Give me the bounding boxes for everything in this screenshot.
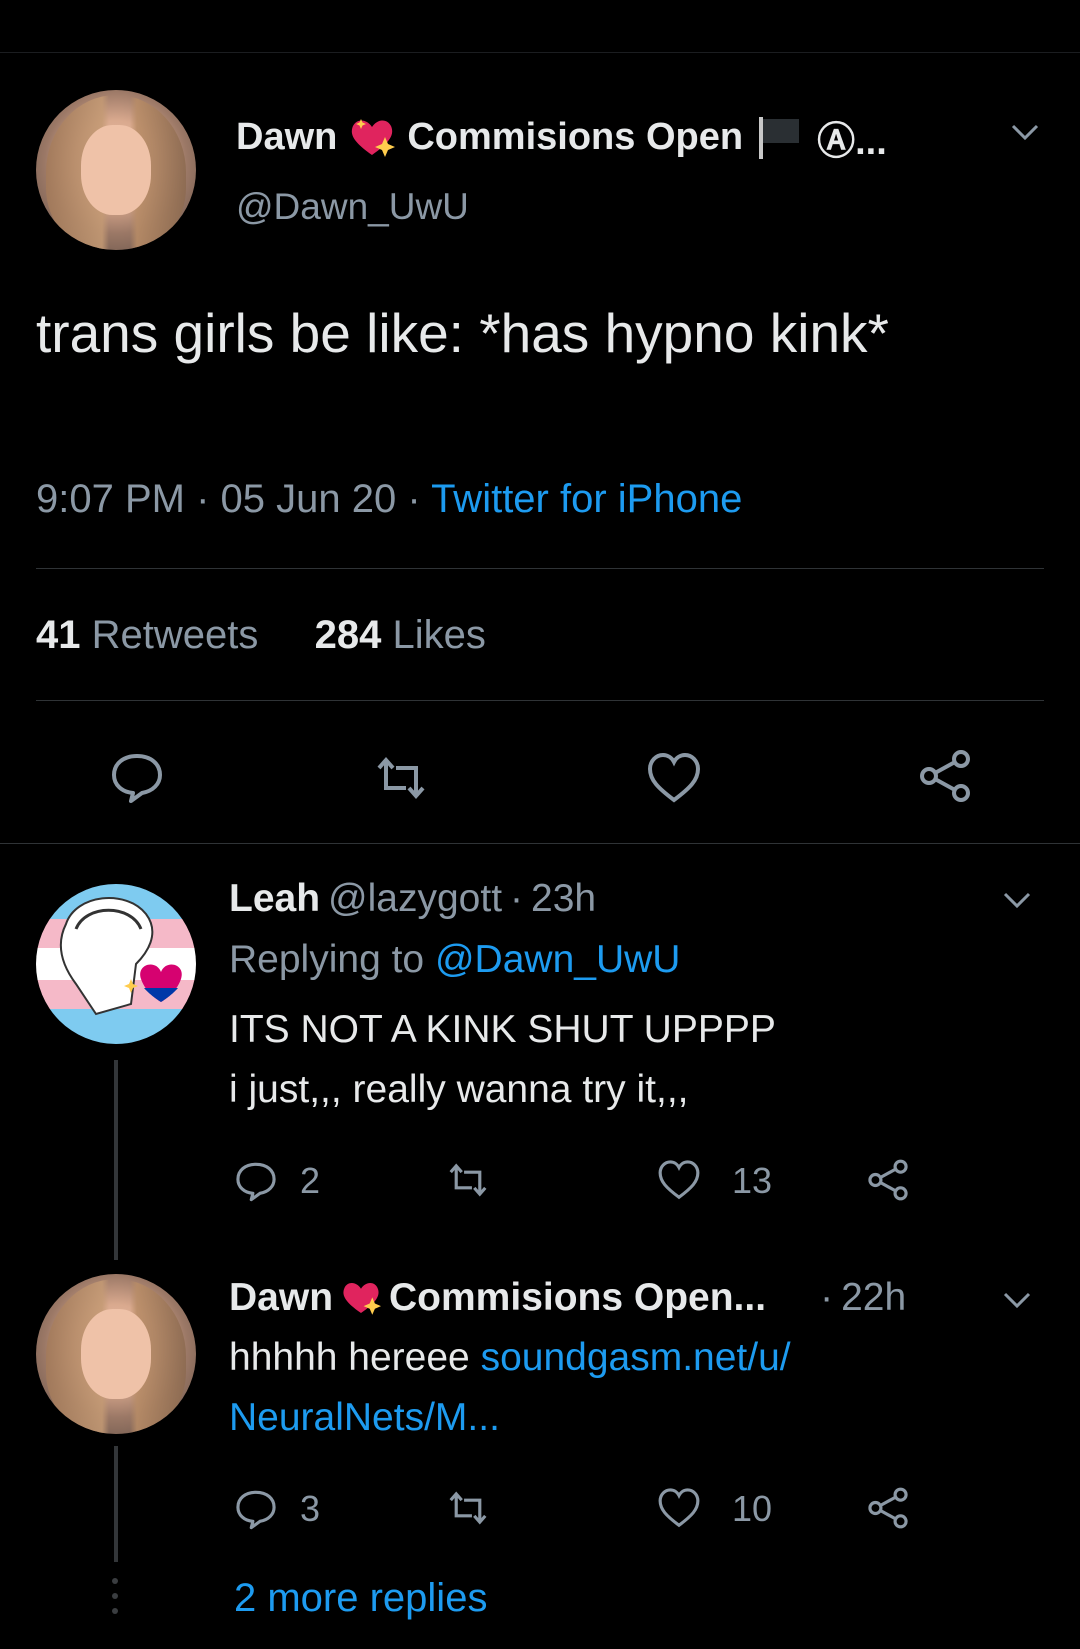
tweet-author-row[interactable]: Dawn Commisions Open Ⓐ... xyxy=(236,112,887,163)
like-count: 13 xyxy=(732,1160,773,1201)
reply-text-line-1: ITS NOT A KINK SHUT UPPPP xyxy=(229,1008,776,1051)
like-icon[interactable] xyxy=(657,1486,701,1530)
reply-author-name[interactable]: Leah xyxy=(229,877,320,921)
reply-count: 2 xyxy=(300,1160,321,1201)
thread-line xyxy=(114,1060,118,1260)
author-name-tail: Ⓐ... xyxy=(817,120,887,163)
retweet-icon[interactable] xyxy=(373,750,429,806)
top-divider xyxy=(0,52,1080,53)
retweet-icon[interactable] xyxy=(446,1158,490,1202)
share-icon[interactable] xyxy=(866,1486,910,1530)
reply-author-name[interactable]: Dawn xyxy=(229,1276,333,1320)
author-name-suffix: Commisions Open xyxy=(407,115,744,158)
chevron-down-icon[interactable] xyxy=(1002,890,1032,910)
retweet-icon[interactable] xyxy=(446,1486,490,1530)
thread-line xyxy=(114,1446,118,1562)
tweet-meta: 9:07 PM · 05 Jun 20 · Twitter for iPhone xyxy=(36,477,743,521)
tweet-date: 05 Jun 20 xyxy=(220,477,397,521)
retweets-stat[interactable]: 41 Retweets xyxy=(36,613,258,657)
reply-count: 3 xyxy=(300,1488,321,1529)
reply-text-line-1: hhhhh hereee soundgasm.net/u/ xyxy=(229,1336,791,1379)
reply-icon[interactable] xyxy=(234,1486,278,1530)
replying-to: Replying to @Dawn_UwU xyxy=(229,938,681,981)
reply-icon[interactable] xyxy=(234,1158,278,1202)
author-handle[interactable]: @Dawn_UwU xyxy=(236,186,469,228)
tweet-text: trans girls be like: *has hypno kink* xyxy=(36,302,889,364)
sparkling-heart-emoji xyxy=(341,1280,381,1316)
reply-time: 23h xyxy=(531,877,597,920)
sparkling-heart-emoji xyxy=(349,117,396,157)
divider xyxy=(0,843,1080,844)
like-count: 10 xyxy=(732,1488,773,1529)
chevron-down-icon[interactable] xyxy=(1010,122,1040,142)
more-replies-link[interactable]: 2 more replies xyxy=(234,1576,487,1621)
like-icon[interactable] xyxy=(646,750,702,806)
like-icon[interactable] xyxy=(657,1158,701,1202)
divider xyxy=(36,700,1044,701)
share-icon[interactable] xyxy=(917,748,973,804)
tweet-source-link[interactable]: Twitter for iPhone xyxy=(431,477,742,521)
avatar[interactable] xyxy=(36,90,196,250)
reply-link[interactable]: soundgasm.net/u/ xyxy=(481,1336,791,1379)
reply-author-name-suffix: Commisions Open... xyxy=(389,1276,767,1319)
thread-continuation-dots xyxy=(112,1578,120,1614)
author-display-name[interactable]: Dawn xyxy=(236,116,337,159)
likes-stat[interactable]: 284 Likes xyxy=(315,613,486,657)
divider xyxy=(36,568,1044,569)
reply-time: 22h xyxy=(841,1276,907,1319)
reply-author-handle[interactable]: @lazygott xyxy=(328,877,502,921)
black-flag-emoji xyxy=(755,115,805,159)
tweet-stats: 41 Retweets 284 Likes xyxy=(36,613,486,658)
reply-header: Dawn Commisions Open... · 22h xyxy=(229,1276,907,1320)
chevron-down-icon[interactable] xyxy=(1002,1290,1032,1310)
reply-text-line-2: i just,,, really wanna try it,,, xyxy=(229,1068,689,1111)
avatar[interactable] xyxy=(36,1274,196,1434)
tweet-time: 9:07 PM xyxy=(36,477,185,521)
reply-header: Leah @lazygott · 23h xyxy=(229,877,597,921)
replying-to-handle[interactable]: @Dawn_UwU xyxy=(435,938,680,981)
reply-link-continued[interactable]: NeuralNets/M... xyxy=(229,1396,500,1440)
reply-icon[interactable] xyxy=(109,748,165,804)
share-icon[interactable] xyxy=(866,1158,910,1202)
avatar[interactable] xyxy=(36,884,196,1044)
